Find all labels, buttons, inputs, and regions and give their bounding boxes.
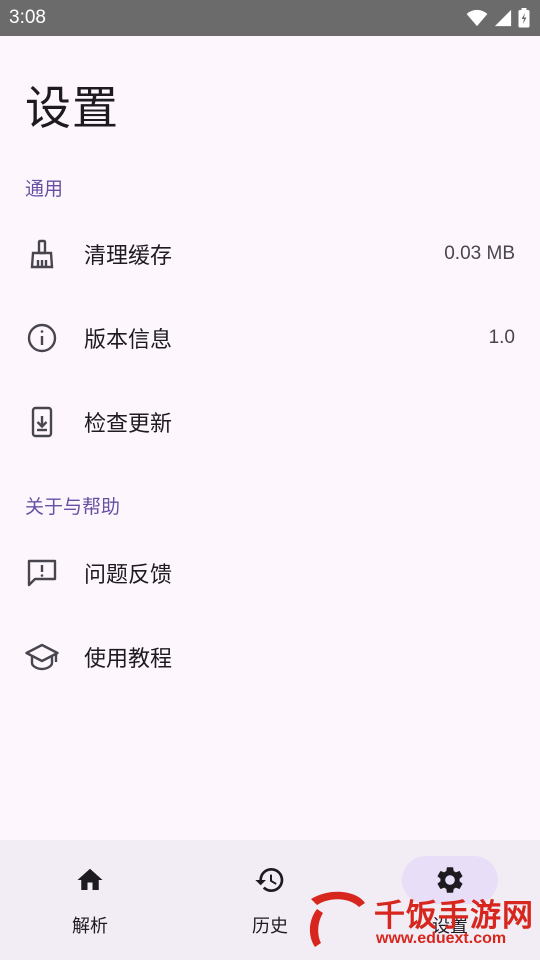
nav-icon-container xyxy=(42,856,138,904)
broom-icon xyxy=(25,237,59,271)
section-header-general: 通用 xyxy=(25,178,64,200)
settings-item-check-update[interactable]: 检查更新 xyxy=(0,380,540,464)
phone-download-icon xyxy=(25,405,59,439)
school-icon xyxy=(25,640,59,674)
settings-item-label: 版本信息 xyxy=(84,328,173,353)
section-header-about-help: 关于与帮助 xyxy=(25,496,121,518)
settings-item-label: 清理缓存 xyxy=(84,244,173,269)
watermark-url: www.eduext.com xyxy=(376,930,507,947)
status-bar: 3:08 xyxy=(0,0,540,36)
feedback-icon xyxy=(25,556,59,590)
wifi-icon xyxy=(466,9,488,27)
info-icon xyxy=(25,321,59,355)
status-time: 3:08 xyxy=(9,7,46,28)
status-icons xyxy=(466,8,530,28)
watermark-logo xyxy=(300,888,370,952)
settings-item-tutorial[interactable]: 使用教程 xyxy=(0,615,540,699)
battery-icon xyxy=(518,8,530,28)
nav-label: 解析 xyxy=(72,916,108,937)
settings-item-clear-cache[interactable]: 清理缓存 0.03 MB xyxy=(0,212,540,296)
settings-item-label: 使用教程 xyxy=(84,647,173,672)
settings-item-version-info[interactable]: 版本信息 1.0 xyxy=(0,296,540,380)
nav-label: 历史 xyxy=(252,916,288,937)
home-icon xyxy=(77,868,103,890)
version-value: 1.0 xyxy=(488,327,515,348)
watermark: 千饭手游网 www.eduext.com xyxy=(300,888,536,952)
settings-item-label: 问题反馈 xyxy=(84,563,173,588)
nav-item-parse[interactable]: 解析 xyxy=(0,840,180,960)
watermark-title: 千饭手游网 xyxy=(374,898,534,934)
page-title: 设置 xyxy=(25,81,119,135)
signal-icon xyxy=(494,9,512,27)
settings-item-feedback[interactable]: 问题反馈 xyxy=(0,531,540,615)
settings-item-label: 检查更新 xyxy=(84,412,173,437)
history-icon xyxy=(255,868,284,892)
cache-size-value: 0.03 MB xyxy=(444,243,515,264)
